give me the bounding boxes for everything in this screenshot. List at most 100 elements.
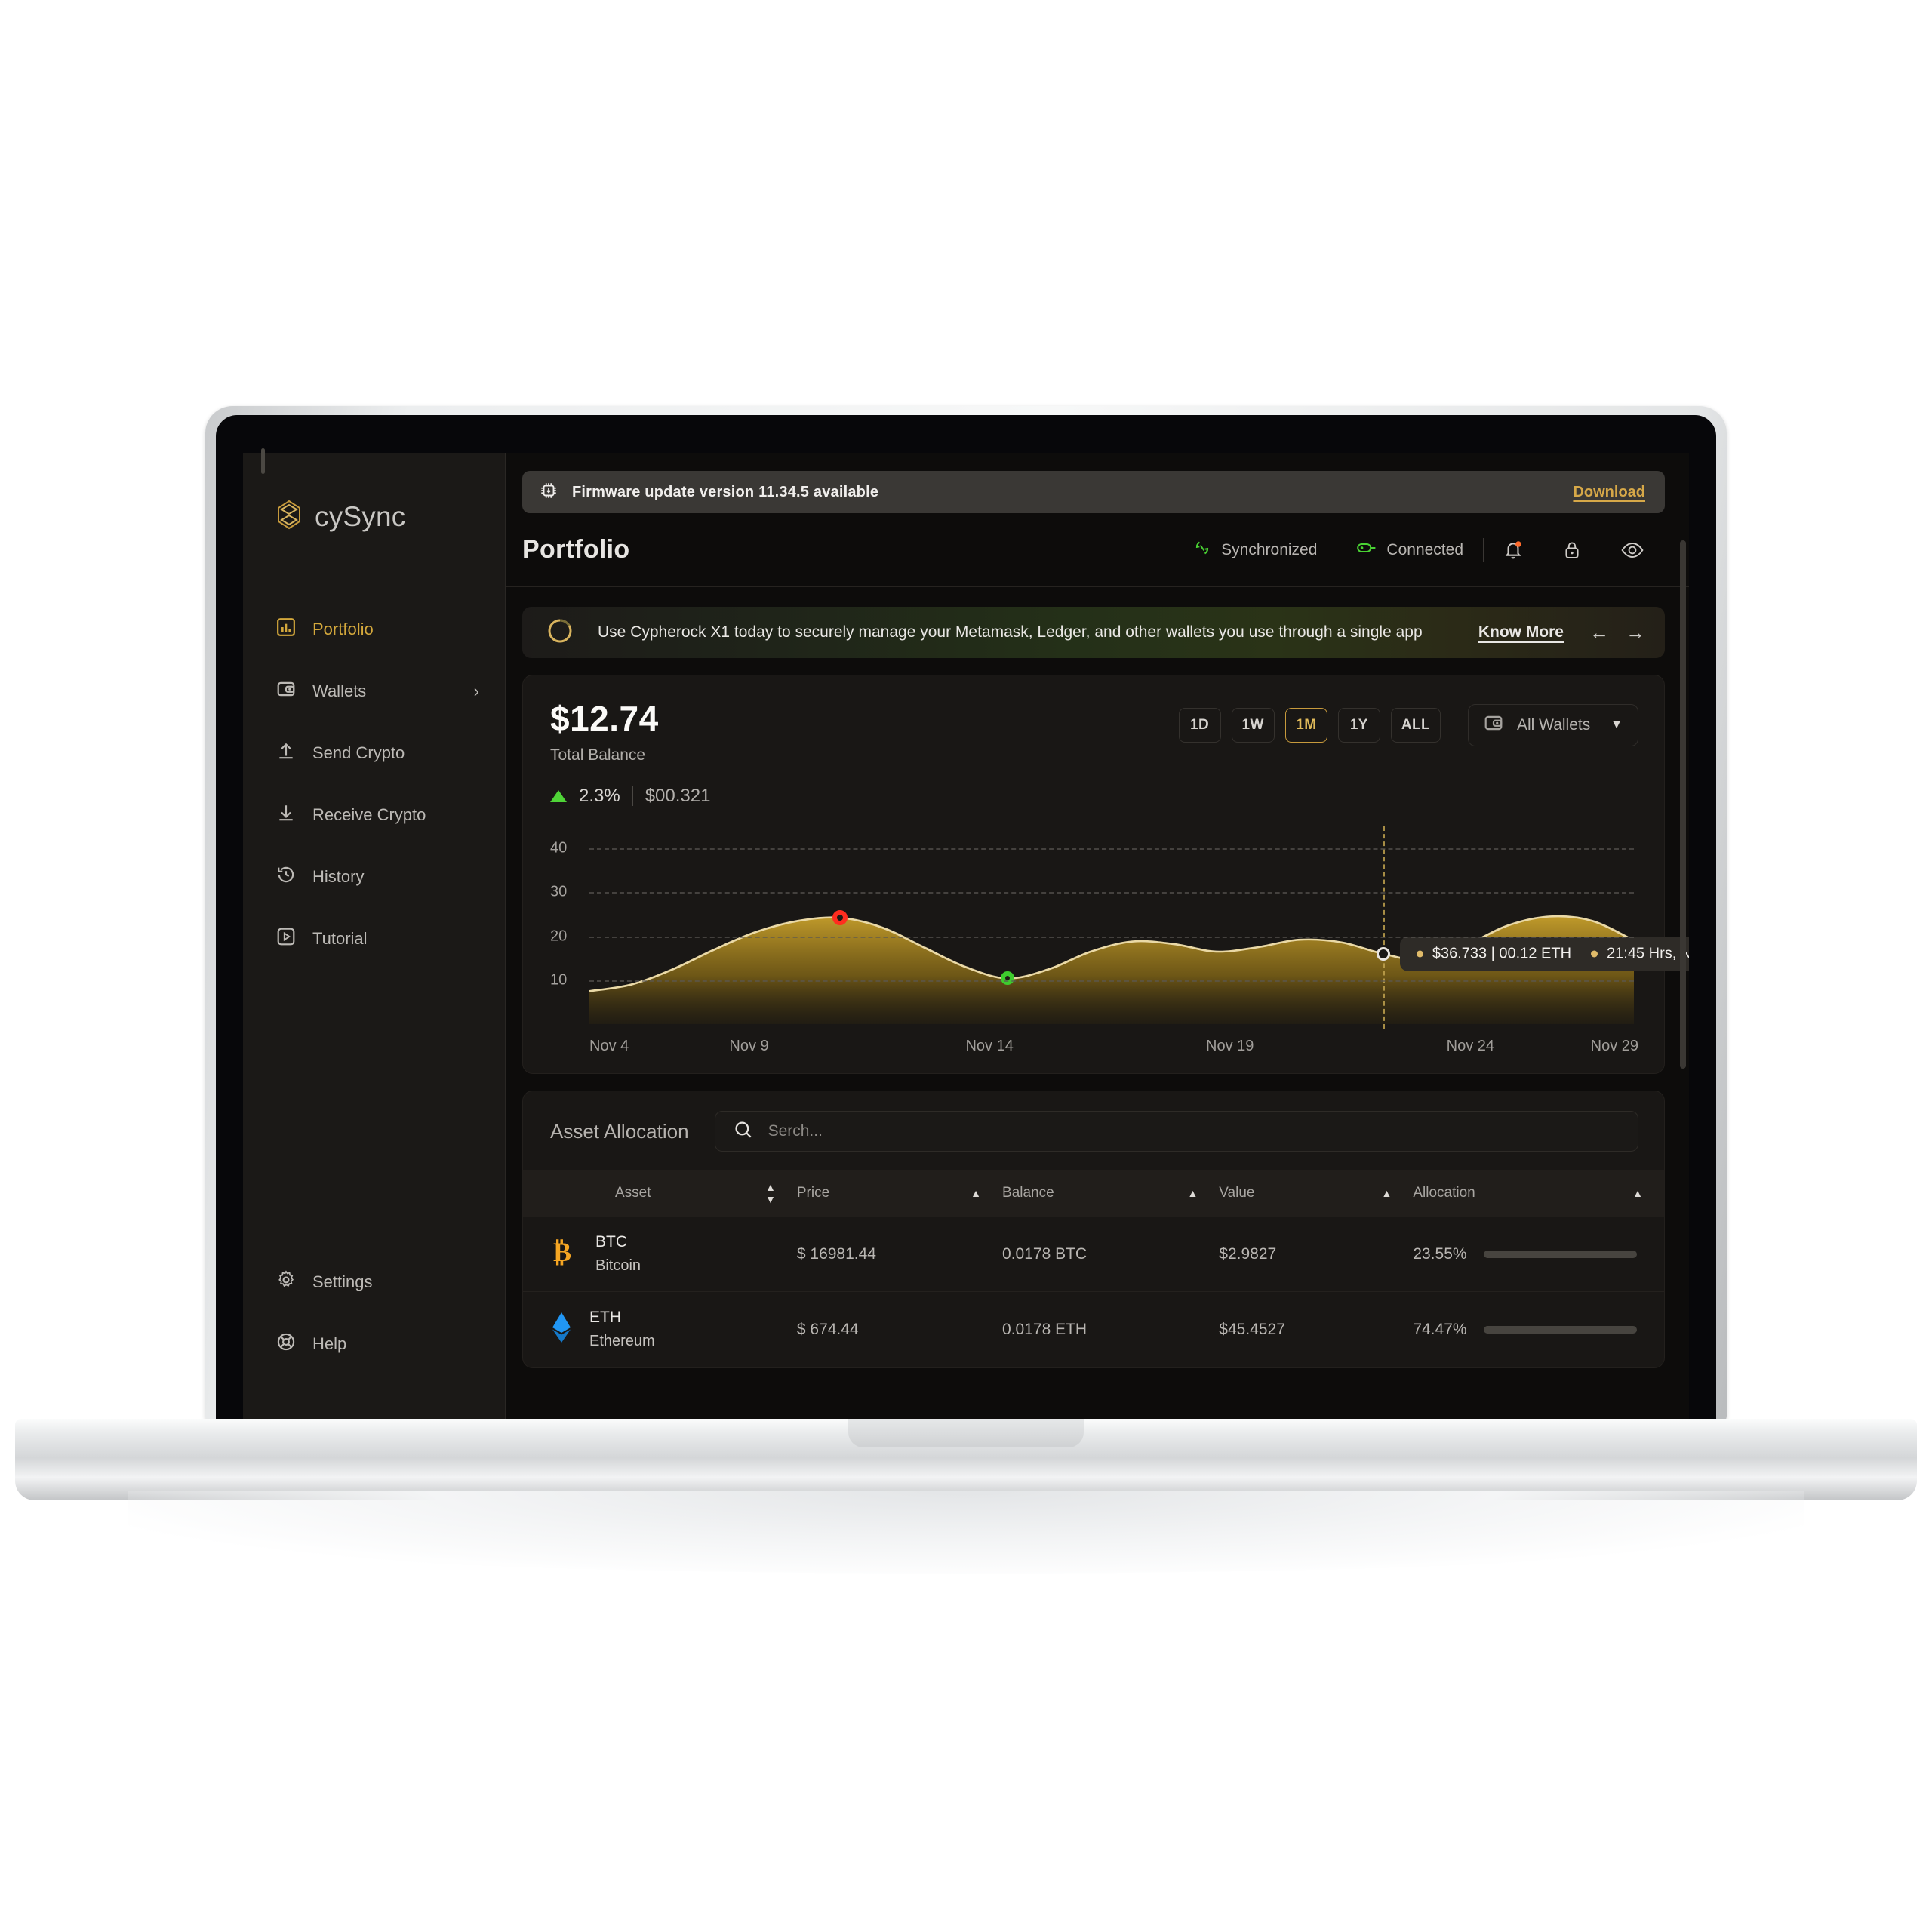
- range-button-1m[interactable]: 1M: [1284, 708, 1327, 743]
- sort-asc-icon[interactable]: ▲: [1632, 1188, 1643, 1198]
- brand-name: cySync: [315, 500, 406, 532]
- brand-logo[interactable]: cySync: [243, 453, 505, 534]
- sync-status[interactable]: Synchronized: [1174, 539, 1337, 561]
- sort-asc-icon[interactable]: ▲: [971, 1188, 981, 1198]
- chevron-down-icon[interactable]: ▼: [1611, 718, 1623, 732]
- sidebar-item-history[interactable]: History: [243, 846, 505, 908]
- table-body: ₿ BTC Bitcoin $ 16981.44 0.0178 BTC $2.9…: [523, 1217, 1664, 1367]
- column-header-value[interactable]: Value ▲: [1219, 1170, 1414, 1217]
- usb-device-icon: [1357, 541, 1377, 559]
- column-header-allocation[interactable]: Allocation ▲: [1413, 1170, 1664, 1217]
- clock-history-icon: [276, 865, 296, 889]
- column-header-asset[interactable]: Asset ▲ ▼: [523, 1170, 797, 1217]
- sidebar-item-tutorial[interactable]: Tutorial: [243, 908, 505, 970]
- promo-next-arrow-icon[interactable]: →: [1626, 621, 1645, 645]
- column-label: Price: [796, 1185, 830, 1201]
- asset-symbol: ETH: [589, 1309, 621, 1326]
- asset-allocation-table: Asset ▲ ▼ Price ▲ Balance ▲ Value ▲ Allo…: [523, 1170, 1664, 1367]
- allocation-percent: 74.47%: [1413, 1320, 1467, 1338]
- main-scrollbar-thumb[interactable]: [1680, 540, 1686, 1069]
- sidebar-item-label: Send Crypto: [312, 743, 405, 762]
- sort-both-icon[interactable]: ▲ ▼: [765, 1182, 776, 1204]
- column-label: Value: [1219, 1185, 1255, 1201]
- chart-gridline: [589, 892, 1634, 894]
- trend-up-icon: [550, 790, 567, 802]
- table-header: Asset ▲ ▼ Price ▲ Balance ▲ Value ▲ Allo…: [523, 1170, 1664, 1217]
- range-button-1w[interactable]: 1W: [1231, 708, 1275, 743]
- sidebar: cySync Portfolio Wallets › Send Crypto R…: [243, 453, 506, 1423]
- range-button-all[interactable]: ALL: [1390, 708, 1441, 743]
- search-input[interactable]: [768, 1122, 1620, 1140]
- column-header-price[interactable]: Price ▲: [796, 1170, 1003, 1217]
- cell-allocation: 74.47%: [1413, 1291, 1664, 1367]
- y-tick-label: 40: [550, 839, 568, 857]
- header-status-group: Synchronized Connected: [1174, 537, 1663, 562]
- wallet-icon: [1484, 713, 1503, 737]
- sidebar-item-help[interactable]: Help: [243, 1313, 505, 1375]
- cell-value: $2.9827: [1219, 1217, 1414, 1292]
- cysync-diamond-icon: [276, 500, 302, 534]
- change-amount: $00.321: [645, 786, 711, 806]
- device-status[interactable]: Connected: [1337, 541, 1483, 559]
- promo-banner: Use Cypherock X1 today to securely manag…: [522, 607, 1665, 658]
- svg-text:₿: ₿: [553, 1237, 571, 1267]
- sidebar-scrollbar-thumb[interactable]: [261, 448, 265, 474]
- cell-asset: ETH Ethereum: [523, 1291, 797, 1367]
- lifebuoy-icon: [276, 1332, 296, 1356]
- sidebar-bottom-nav: Settings Help: [243, 1251, 505, 1423]
- cell-price: $ 16981.44: [796, 1217, 1003, 1292]
- play-square-icon: [276, 927, 296, 951]
- promo-prev-arrow-icon[interactable]: ←: [1589, 621, 1609, 645]
- balance-chart[interactable]: 10 20 30 40 $36.733 | 00.12 ETH 21:45 Hr…: [550, 826, 1689, 1029]
- laptop-hinge-notch: [848, 1419, 1084, 1447]
- cursor-marker[interactable]: [1376, 946, 1390, 961]
- cysync-app: cySync Portfolio Wallets › Send Crypto R…: [243, 453, 1689, 1423]
- main-content: Firmware update version 11.34.5 availabl…: [506, 453, 1689, 1423]
- range-button-1y[interactable]: 1Y: [1337, 708, 1380, 743]
- promo-text: Use Cypherock X1 today to securely manag…: [598, 623, 1423, 641]
- tooltip-dot-icon: [1416, 950, 1423, 958]
- promo-know-more-link[interactable]: Know More: [1478, 623, 1564, 641]
- x-tick-label: Nov 19: [1206, 1038, 1254, 1054]
- firmware-download-link[interactable]: Download: [1573, 484, 1645, 501]
- firmware-message: Firmware update version 11.34.5 availabl…: [572, 483, 879, 500]
- asset-name: Ethereum: [589, 1333, 655, 1349]
- sidebar-item-receive-crypto[interactable]: Receive Crypto: [243, 784, 505, 846]
- column-header-balance[interactable]: Balance ▲: [1002, 1170, 1220, 1217]
- x-tick-label: Nov 24: [1446, 1038, 1495, 1054]
- sidebar-item-settings[interactable]: Settings: [243, 1251, 505, 1313]
- notifications-button[interactable]: [1484, 540, 1543, 561]
- sort-asc-icon[interactable]: ▲: [1381, 1188, 1392, 1198]
- sidebar-item-wallets[interactable]: Wallets ›: [243, 660, 505, 722]
- sidebar-item-send-crypto[interactable]: Send Crypto: [243, 722, 505, 784]
- table-header-row: Asset ▲ ▼ Price ▲ Balance ▲ Value ▲ Allo…: [523, 1170, 1664, 1217]
- y-tick-label: 10: [550, 971, 568, 989]
- y-tick-label: 20: [550, 928, 568, 945]
- sort-asc-icon[interactable]: ▲: [1187, 1188, 1198, 1198]
- laptop-base-shadow: [128, 1491, 1804, 1574]
- lock-button[interactable]: [1543, 540, 1601, 560]
- chevron-right-icon[interactable]: ›: [474, 681, 479, 701]
- allocation-bar-track: [1483, 1250, 1637, 1258]
- peak-marker[interactable]: [832, 910, 848, 926]
- device-status-label: Connected: [1386, 540, 1463, 558]
- firmware-update-bar: Firmware update version 11.34.5 availabl…: [522, 471, 1665, 513]
- sync-status-label: Synchronized: [1221, 540, 1318, 558]
- trough-marker[interactable]: [1000, 971, 1014, 986]
- chart-gridline: [589, 936, 1634, 938]
- table-row[interactable]: ETH Ethereum $ 674.44 0.0178 ETH $45.452…: [523, 1291, 1664, 1367]
- range-button-1d[interactable]: 1D: [1178, 708, 1221, 743]
- x-tick-label: Nov 29: [1590, 1038, 1638, 1054]
- chart-tooltip: $36.733 | 00.12 ETH 21:45 Hrs, Nov 18: [1399, 937, 1689, 971]
- wallet-selector[interactable]: All Wallets ▼: [1468, 704, 1638, 746]
- y-tick-label: 30: [550, 883, 568, 900]
- bitcoin-icon: ₿: [550, 1237, 579, 1271]
- sidebar-item-label: Settings: [312, 1272, 373, 1291]
- asset-search-box[interactable]: [714, 1111, 1638, 1152]
- cell-asset: ₿ BTC Bitcoin: [523, 1217, 797, 1292]
- visibility-toggle-button[interactable]: [1601, 542, 1663, 558]
- asset-allocation-card: Asset Allocation Serch... Asset ▲ ▼ Pric…: [522, 1091, 1665, 1368]
- table-row[interactable]: ₿ BTC Bitcoin $ 16981.44 0.0178 BTC $2.9…: [523, 1217, 1664, 1292]
- sidebar-item-portfolio[interactable]: Portfolio: [243, 598, 505, 660]
